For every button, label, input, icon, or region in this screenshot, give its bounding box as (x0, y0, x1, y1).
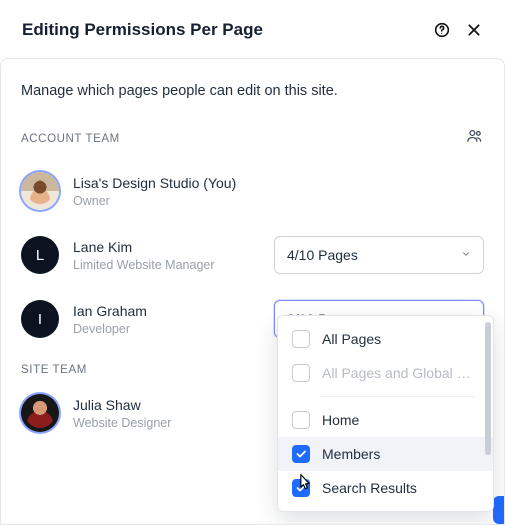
scrollbar[interactable] (485, 322, 491, 455)
dropdown-label: Home (322, 412, 479, 428)
checkbox[interactable] (292, 411, 310, 429)
dropdown-label: All Pages and Global Se… (322, 365, 479, 381)
member-name: Lane Kim (73, 238, 274, 257)
section-account-team: ACCOUNT TEAM (21, 133, 120, 145)
dropdown-label: Members (322, 446, 479, 462)
people-icon[interactable] (466, 127, 484, 150)
checkbox[interactable] (292, 330, 310, 348)
avatar (21, 394, 59, 432)
description-text: Manage which pages people can edit on th… (21, 83, 484, 99)
pages-select-value: 4/10 Pages (287, 247, 358, 263)
dropdown-item-home[interactable]: Home (278, 403, 493, 437)
member-role: Owner (73, 194, 484, 208)
floating-action[interactable] (493, 496, 504, 524)
avatar-initial: I (38, 311, 42, 328)
avatar-initial: L (36, 247, 44, 264)
member-role: Developer (73, 322, 274, 336)
checkbox[interactable] (292, 479, 310, 497)
member-role: Limited Website Manager (73, 258, 274, 272)
checkbox (292, 364, 310, 382)
dropdown-item-search-results[interactable]: Search Results (278, 471, 493, 505)
dropdown-label: All Pages (322, 331, 479, 347)
member-name: Lisa's Design Studio (You) (73, 174, 484, 193)
member-row: Lisa's Design Studio (You) Owner (21, 172, 484, 210)
dropdown-item-members[interactable]: Members (278, 437, 493, 471)
dropdown-item-all-pages[interactable]: All Pages (278, 322, 493, 356)
help-icon[interactable] (433, 21, 451, 39)
pages-dropdown: All Pages All Pages and Global Se… Home … (277, 315, 494, 512)
divider (320, 396, 475, 397)
avatar: L (21, 236, 59, 274)
section-site-team: SITE TEAM (21, 364, 87, 376)
dropdown-item-all-global: All Pages and Global Se… (278, 356, 493, 390)
member-row: L Lane Kim Limited Website Manager 4/10 … (21, 236, 484, 274)
pages-select[interactable]: 4/10 Pages (274, 236, 484, 274)
close-icon[interactable] (465, 21, 483, 39)
member-name: Ian Graham (73, 302, 274, 321)
avatar (21, 172, 59, 210)
dropdown-label: Search Results (322, 480, 479, 496)
avatar: I (21, 300, 59, 338)
modal-title: Editing Permissions Per Page (22, 20, 263, 40)
chevron-down-icon (461, 249, 471, 262)
checkbox[interactable] (292, 445, 310, 463)
